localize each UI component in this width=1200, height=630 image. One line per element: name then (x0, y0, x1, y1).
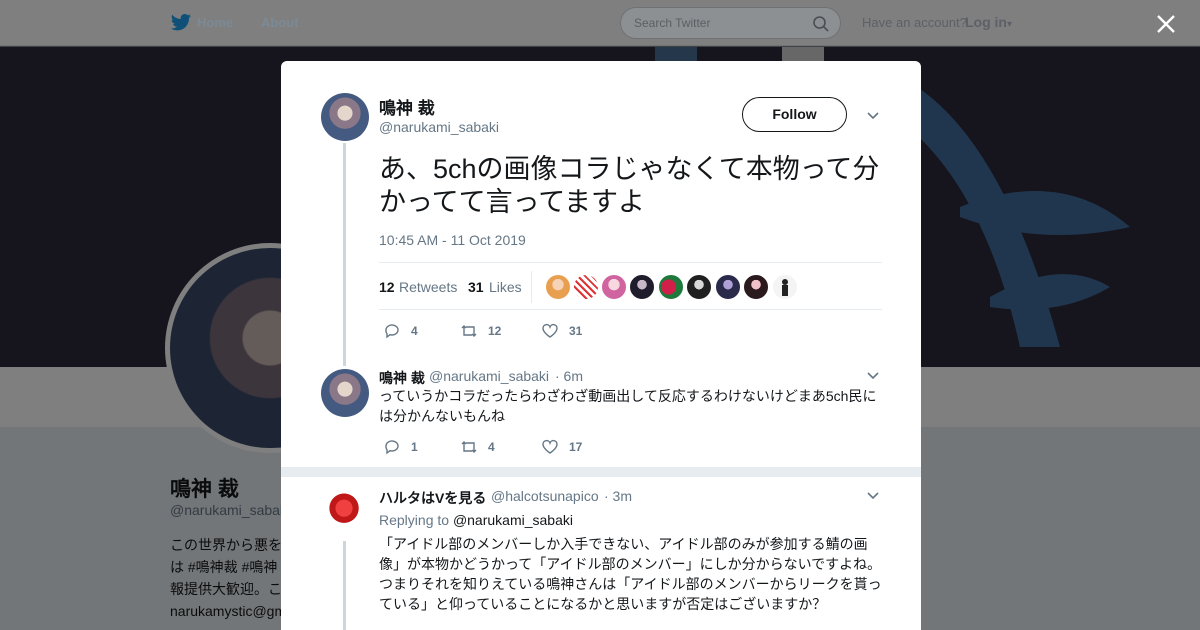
follow-button[interactable]: Follow (742, 97, 847, 132)
like-count: 31 (569, 324, 583, 338)
reply-count: 1 (411, 440, 418, 454)
stats-divider (531, 271, 532, 303)
chevron-down-icon[interactable] (866, 111, 880, 121)
section-separator (281, 467, 921, 477)
reply-author-name[interactable]: 鳴神 裁 (379, 368, 425, 388)
reply-count: 4 (411, 324, 418, 338)
replying-to-label: Replying to (379, 512, 450, 528)
retweet-action[interactable]: 4 (460, 438, 495, 456)
liker-avatar[interactable] (772, 274, 798, 300)
reply-text: っていうかコラだったらわざわざ動画出して反応するわけないけどまあ5ch民には分か… (379, 388, 877, 424)
reply-time[interactable]: · 3m (604, 488, 632, 504)
liker-avatar[interactable] (743, 274, 769, 300)
heart-icon (542, 323, 558, 338)
retweets-label[interactable]: Retweets (399, 279, 457, 295)
reply-action[interactable]: 4 (383, 322, 418, 340)
liker-avatar[interactable] (629, 274, 655, 300)
login-label: Log in (965, 14, 1007, 30)
retweets-count[interactable]: 12 (379, 279, 395, 295)
reply-author-name[interactable]: ハルタはVを見る (379, 488, 486, 508)
reply-avatar[interactable] (321, 489, 369, 537)
reply-action[interactable]: 1 (383, 438, 418, 456)
chevron-down-icon[interactable] (866, 491, 880, 501)
likes-count[interactable]: 31 (468, 279, 484, 295)
reply-text: 「アイドル部のメンバーしか入手できない、アイドル部のみが参加する鯖の画像」が本物… (379, 536, 882, 612)
tweet-stats: 12 Retweets 31 Likes (379, 262, 882, 310)
search-icon[interactable] (812, 15, 830, 33)
replying-to: Replying to @narukami_sabaki (379, 512, 573, 528)
heart-icon (542, 439, 558, 454)
reply-icon (385, 324, 399, 339)
likes-label[interactable]: Likes (489, 279, 522, 295)
liker-avatar[interactable] (545, 274, 571, 300)
replying-to-handle[interactable]: @narukami_sabaki (453, 512, 573, 528)
chevron-down-icon[interactable] (866, 371, 880, 381)
twitter-bird-icon[interactable] (170, 13, 192, 33)
top-nav: Home About Search Twitter Have an accoun… (0, 0, 1200, 46)
like-action[interactable]: 31 (541, 322, 582, 340)
search-placeholder: Search Twitter (634, 16, 711, 30)
author-handle[interactable]: @narukami_sabaki (379, 119, 499, 135)
thread-line (343, 541, 346, 630)
retweet-action[interactable]: 12 (460, 322, 501, 340)
liker-avatar[interactable] (658, 274, 684, 300)
close-icon[interactable] (1155, 13, 1177, 35)
retweet-icon (461, 441, 477, 453)
author-avatar[interactable] (321, 93, 369, 141)
have-account-text: Have an account? (862, 15, 967, 30)
liker-avatar[interactable] (715, 274, 741, 300)
like-action[interactable]: 17 (541, 438, 582, 456)
retweet-count: 12 (488, 324, 502, 338)
author-name[interactable]: 鳴神 裁 (379, 94, 435, 119)
search-input[interactable]: Search Twitter (620, 7, 841, 39)
liker-avatar[interactable] (573, 274, 599, 300)
reply-author-handle[interactable]: @narukami_sabaki (429, 368, 549, 384)
reply-icon (385, 440, 399, 455)
reply-time[interactable]: · 6m (555, 368, 583, 384)
chevron-down-icon: ▾ (1007, 19, 1013, 30)
tweet-timestamp[interactable]: 10:45 AM - 11 Oct 2019 (379, 232, 526, 248)
nav-home-link[interactable]: Home (197, 15, 233, 30)
login-link[interactable]: Log in▾ (965, 14, 1012, 30)
retweet-count: 4 (488, 440, 495, 454)
retweet-icon (461, 325, 477, 337)
reply-author-handle[interactable]: @halcotsunapico (491, 488, 599, 504)
nav-about-link[interactable]: About (261, 15, 299, 30)
tweet-text: あ、5chの画像コラじゃなくて本物って分かってて言ってますよ (379, 154, 880, 217)
thread-line (343, 143, 346, 366)
liker-avatar[interactable] (686, 274, 712, 300)
tweet-modal: 鳴神 裁 @narukami_sabaki Follow あ、5chの画像コラじ… (281, 61, 921, 630)
reply-avatar[interactable] (321, 369, 369, 417)
liker-avatar[interactable] (601, 274, 627, 300)
like-count: 17 (569, 440, 583, 454)
